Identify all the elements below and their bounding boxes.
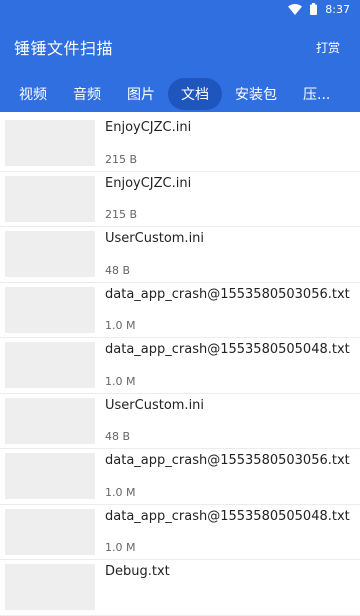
file-size: 48 B xyxy=(105,263,131,277)
file-name: data_app_crash@1553580503056.txt xyxy=(105,286,350,302)
app-title: 锤锤文件扫描 xyxy=(14,39,114,58)
file-thumbnail xyxy=(5,286,95,333)
app-bar: 锤锤文件扫描 打赏 xyxy=(0,18,360,76)
file-thumbnail xyxy=(5,342,95,388)
list-item[interactable]: data_app_crash@1553580503056.txt 1.0 M xyxy=(0,283,360,338)
list-item[interactable]: data_app_crash@1553580505048.txt 1.0 M xyxy=(0,338,360,394)
tip-button[interactable]: 打赏 xyxy=(310,33,346,62)
file-name: EnjoyCJZC.ini xyxy=(105,120,192,135)
file-thumbnail xyxy=(5,397,95,444)
file-size: 1.0 M xyxy=(105,541,136,554)
list-item[interactable]: UserCustom.ini 48 B xyxy=(0,394,360,449)
file-name: EnjoyCJZC.ini xyxy=(105,175,192,191)
file-size: 1.0 M xyxy=(105,374,136,388)
file-list: EnjoyCJZC.ini 215 B EnjoyCJZC.ini 215 B … xyxy=(0,112,360,616)
file-name: UserCustom.ini xyxy=(105,231,205,246)
list-item[interactable]: EnjoyCJZC.ini 215 B xyxy=(0,116,360,172)
tab-video[interactable]: 视频 xyxy=(6,78,60,110)
file-name: data_app_crash@1553580505048.txt xyxy=(105,508,350,524)
file-size: 215 B xyxy=(105,208,138,221)
battery-icon xyxy=(310,3,318,15)
list-item[interactable]: Debug.txt xyxy=(0,560,360,616)
list-item[interactable]: data_app_crash@1553580505048.txt 1.0 M xyxy=(0,505,360,560)
file-thumbnail xyxy=(5,453,95,499)
file-size: 1.0 M xyxy=(105,485,136,499)
file-thumbnail xyxy=(5,175,95,222)
tab-packages[interactable]: 安装包 xyxy=(222,78,290,110)
tab-documents[interactable]: 文档 xyxy=(168,78,222,110)
file-thumbnail xyxy=(5,231,95,277)
status-bar: 8:37 xyxy=(0,0,360,18)
file-size: 1.0 M xyxy=(105,319,136,332)
file-size: 48 B xyxy=(105,430,131,443)
file-size: 215 B xyxy=(105,152,138,166)
tab-archives[interactable]: 压... xyxy=(290,78,343,110)
file-name: data_app_crash@1553580503056.txt xyxy=(105,453,350,468)
file-thumbnail xyxy=(5,508,95,555)
clock: 8:37 xyxy=(325,2,350,16)
file-name: UserCustom.ini xyxy=(105,397,205,413)
file-name: data_app_crash@1553580505048.txt xyxy=(105,342,350,357)
tab-audio[interactable]: 音频 xyxy=(60,78,114,110)
list-item[interactable]: UserCustom.ini 48 B xyxy=(0,227,360,283)
list-item[interactable]: data_app_crash@1553580503056.txt 1.0 M xyxy=(0,449,360,505)
tab-images[interactable]: 图片 xyxy=(114,78,168,110)
file-thumbnail xyxy=(5,564,95,610)
file-thumbnail xyxy=(5,120,95,166)
list-item[interactable]: EnjoyCJZC.ini 215 B xyxy=(0,172,360,227)
category-tabs: 视频 音频 图片 文档 安装包 压... xyxy=(0,76,360,112)
file-name: Debug.txt xyxy=(105,564,170,579)
wifi-icon xyxy=(288,3,303,15)
